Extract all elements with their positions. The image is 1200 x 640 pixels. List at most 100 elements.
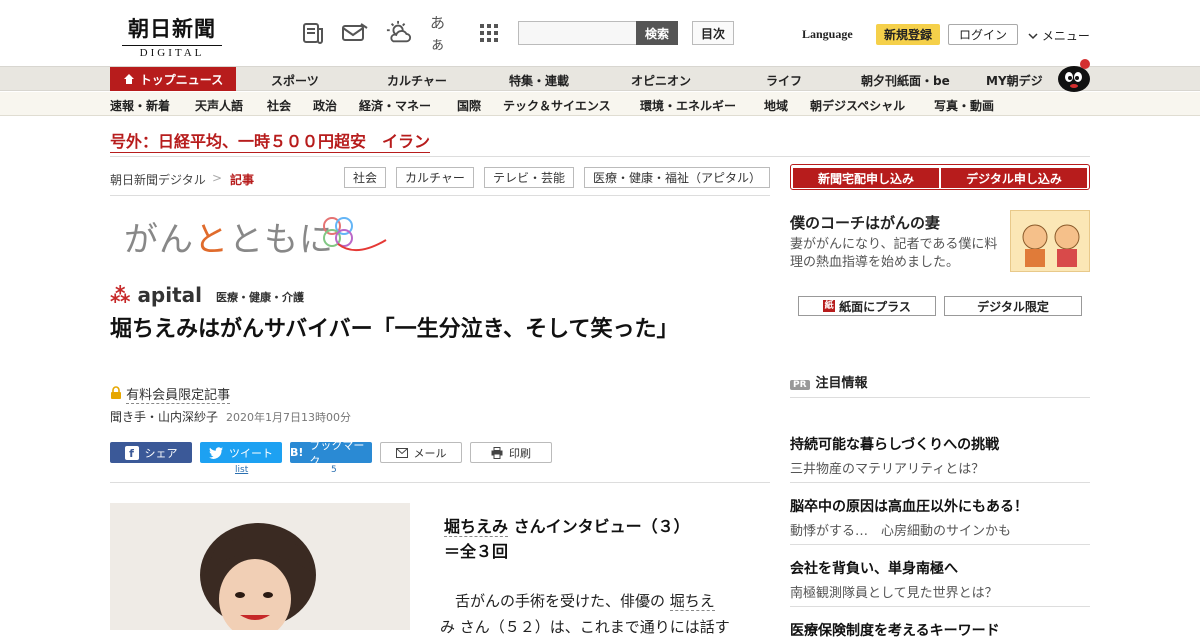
nav-item-opinion[interactable]: オピニオン — [631, 72, 691, 89]
mail-icon[interactable] — [342, 20, 368, 46]
paper-plus-button[interactable]: 紙 紙面にプラス — [798, 296, 936, 316]
nav2-item[interactable]: 国際 — [457, 97, 481, 114]
nav2-item[interactable]: 地域 — [764, 97, 788, 114]
ad-title[interactable]: 脳卒中の原因は高血圧以外にもある！ — [790, 496, 1028, 516]
login-button[interactable]: ログイン — [948, 24, 1018, 45]
feature-description[interactable]: 妻ががんになり、記者である僕に料理の熱血指導を始めました。 — [790, 236, 1000, 272]
mail-share-button[interactable]: メール — [380, 442, 462, 463]
tag-apital[interactable]: 医療・健康・福祉（アピタル） — [584, 167, 770, 188]
nav-item-life[interactable]: ライフ — [766, 72, 802, 89]
article-body: 舌がんの手術を受けた、俳優の 堀ちえ み さん（５２）は、これまで通りには話す — [440, 588, 752, 640]
ad-title[interactable]: 会社を背負い、単身南極へ — [790, 558, 958, 578]
nav-item-paper[interactable]: 朝夕刊紙面・be — [861, 72, 950, 89]
pr-heading-text: 注目情報 — [815, 376, 868, 391]
index-button[interactable]: 目次 — [692, 21, 734, 45]
ad-title[interactable]: 医療保険制度を考えるキーワード — [790, 620, 1000, 640]
ad-description[interactable]: 三井物産のマテリアリティとは？ — [790, 458, 984, 477]
print-button[interactable]: 印刷 — [470, 442, 552, 463]
breadcrumb-separator: > — [212, 171, 223, 185]
tag-tv-entertainment[interactable]: テレビ・芸能 — [484, 167, 574, 188]
divider — [790, 544, 1090, 545]
share-label: メール — [413, 446, 447, 460]
nav-item-label: トップニュース — [139, 72, 224, 87]
font-size-icon[interactable]: あぁ — [430, 14, 456, 53]
nav2-item[interactable]: テック＆サイエンス — [503, 97, 611, 114]
hatena-bookmark-button[interactable]: B! ブックマーク — [290, 439, 372, 468]
mail-icon — [395, 447, 408, 458]
share-label: ブックマーク — [309, 438, 365, 468]
language-link[interactable]: Language — [802, 27, 853, 42]
menu-button[interactable]: メニュー — [1028, 27, 1090, 44]
person-link[interactable]: 堀ちえ — [669, 592, 715, 611]
site-logo[interactable]: 朝日新聞 DIGITAL — [112, 13, 232, 59]
byline: 聞き手・山内深紗子 2020年1月7日13時00分 — [110, 408, 351, 425]
divider — [790, 397, 1090, 398]
site-header: 朝日新聞 DIGITAL あぁ 検索 目次 Language 新規登録 ログイン… — [0, 0, 1200, 66]
weather-icon[interactable] — [386, 20, 412, 46]
nav-item-my-asadigi[interactable]: MY朝デジ — [986, 72, 1043, 89]
pr-badge: PR — [790, 380, 810, 390]
divider — [790, 482, 1090, 483]
breadcrumb-home[interactable]: 朝日新聞デジタル — [110, 171, 206, 188]
home-icon — [123, 74, 134, 84]
nav-item-culture[interactable]: カルチャー — [387, 72, 447, 89]
print-icon — [491, 446, 503, 459]
feature-title[interactable]: 僕のコーチはがんの妻 — [790, 212, 940, 233]
clover-icon — [323, 217, 387, 251]
lock-icon — [111, 386, 121, 399]
hatena-icon: B! — [290, 446, 304, 459]
ad-description[interactable]: 南極観測隊員として見た世界とは？ — [790, 582, 998, 601]
nav2-item[interactable]: 社会 — [267, 97, 291, 114]
search-button[interactable]: 検索 — [636, 21, 678, 45]
signup-button[interactable]: 新規登録 — [876, 24, 940, 45]
nav2-item[interactable]: 天声人語 — [195, 97, 243, 114]
grid-icon[interactable] — [476, 20, 502, 46]
facebook-share-button[interactable]: f シェア — [110, 442, 192, 463]
secondary-nav: 速報・新着 天声人語 社会 政治 経済・マネー 国際 テック＆サイエンス 環境・… — [0, 92, 1200, 116]
author: 聞き手・山内深紗子 — [110, 410, 219, 424]
facebook-icon: f — [124, 445, 139, 460]
primary-nav: トップニュース スポーツ カルチャー 特集・連載 オピニオン ライフ 朝夕刊紙面… — [0, 66, 1200, 91]
apital-logo[interactable]: ⁂ apital — [110, 283, 202, 307]
subscribe-digital-button[interactable]: デジタル申し込み — [941, 168, 1087, 188]
share-label: 印刷 — [509, 446, 531, 460]
nav2-item[interactable]: 速報・新着 — [110, 97, 170, 114]
nav-item-sports[interactable]: スポーツ — [271, 72, 319, 89]
tweet-button[interactable]: ツイート — [200, 442, 282, 463]
mascot-icon — [1054, 58, 1092, 92]
ad-description[interactable]: 動悸がする… 心房細動のサインかも — [790, 520, 1011, 539]
apital-dots-icon: ⁂ — [110, 283, 131, 307]
tag-culture[interactable]: カルチャー — [396, 167, 474, 188]
nav2-item[interactable]: 写真・動画 — [934, 97, 994, 114]
series-text: と — [194, 220, 229, 260]
tag-society[interactable]: 社会 — [344, 167, 386, 188]
digital-only-button[interactable]: デジタル限定 — [944, 296, 1082, 316]
nav2-item[interactable]: 環境・エネルギー — [640, 97, 736, 114]
breaking-news-link[interactable]: 号外：日経平均、一時５００円超安 イラン — [110, 128, 431, 153]
paper-plus-label: 紙面にプラス — [839, 299, 911, 314]
article-photo — [110, 503, 410, 630]
logo-main-text: 朝日新聞 — [128, 16, 216, 41]
paid-member-label[interactable]: 有料会員限定記事 — [110, 384, 231, 404]
publish-date: 2020年1月7日13時00分 — [226, 411, 352, 424]
interview-heading-text: ＝全３回 — [444, 542, 509, 561]
divider — [110, 195, 770, 196]
interview-heading-text: さんインタビュー（３） — [508, 517, 690, 536]
subscribe-paper-button[interactable]: 新聞宅配申し込み — [793, 168, 939, 188]
breadcrumb-current: 記事 — [230, 173, 255, 187]
bookmark-count[interactable]: 5 — [331, 465, 337, 475]
nav2-item[interactable]: 政治 — [313, 97, 337, 114]
nav2-item[interactable]: 朝デジスペシャル — [810, 97, 905, 114]
nav-item-top-news[interactable]: トップニュース — [110, 67, 236, 91]
nav2-item[interactable]: 経済・マネー — [359, 97, 431, 114]
interview-heading: 堀ちえみ さんインタビュー（３） ＝全３回 — [444, 514, 754, 564]
newspaper-icon[interactable] — [300, 20, 326, 46]
nav-item-features[interactable]: 特集・連載 — [509, 72, 569, 89]
paid-label-text: 有料会員限定記事 — [126, 388, 231, 404]
series-banner[interactable]: がんとともに — [124, 212, 334, 261]
person-link[interactable]: 堀ちえみ — [444, 517, 509, 537]
twitter-icon — [209, 446, 223, 459]
ad-title[interactable]: 持続可能な暮らしづくりへの挑戦 — [790, 434, 999, 454]
tweet-count-link[interactable]: list — [235, 465, 248, 475]
feature-thumbnail[interactable] — [1010, 210, 1090, 272]
